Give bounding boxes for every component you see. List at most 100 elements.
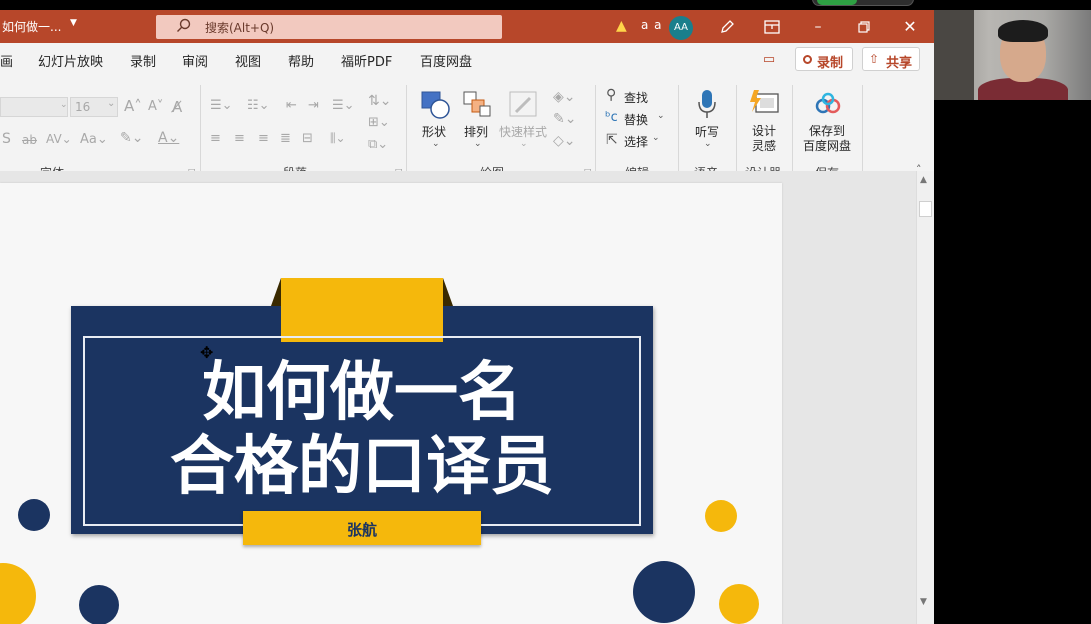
replace-label[interactable]: 替换 [624, 111, 648, 128]
tab-record[interactable]: 录制 [130, 51, 156, 70]
quick-styles-icon [509, 91, 537, 117]
share-icon: ⇧ [869, 52, 880, 66]
divider [792, 85, 793, 177]
tab-foxit-pdf[interactable]: 福昕PDF [341, 51, 392, 70]
clear-format-icon[interactable]: A̸ [172, 98, 182, 116]
chevron-down-icon[interactable]: ⌄ [652, 133, 660, 143]
strikethrough-icon[interactable]: ab [22, 133, 37, 147]
numbering-icon[interactable]: ☷⌄ [247, 98, 270, 113]
arrange-icon [463, 91, 491, 117]
shape-outline-icon[interactable]: ✎⌄ [553, 111, 576, 127]
chevron-down-icon[interactable]: ⌄ [657, 111, 665, 121]
arrange-label: 排列 [464, 125, 489, 139]
shape-fill-icon[interactable]: ◈⌄ [553, 89, 576, 105]
avatar[interactable]: AA [669, 16, 693, 40]
close-icon[interactable]: ✕ [898, 15, 922, 39]
tab-baidu-netdisk[interactable]: 百度网盘 [420, 51, 472, 70]
top-strip [0, 0, 1091, 10]
font-name-dropdown[interactable] [0, 97, 68, 117]
char-spacing-icon[interactable]: AV⌄ [46, 132, 72, 146]
shapes-icon [421, 91, 450, 119]
dictate-label: 听写 [695, 125, 720, 139]
warning-icon[interactable]: ▲ [616, 18, 627, 34]
shapes-label: 形状 [422, 125, 447, 139]
powerpoint-window: 如何做一... ▼ 搜索(Alt+Q) ▲ a a AA – ✕ 画 幻灯片放映 [0, 10, 934, 624]
align-text-icon[interactable]: ⊞⌄ [368, 115, 390, 130]
increase-font-icon[interactable]: A˄ [124, 97, 142, 115]
slide-editor: 如何做一名 合格的口译员 张航 ✥ ▲ ▼ [0, 171, 934, 624]
find-icon[interactable]: ⚲ [606, 87, 616, 103]
tab-slideshow[interactable]: 幻灯片放映 [38, 51, 103, 70]
replace-icon[interactable]: ᵇc [605, 110, 618, 125]
select-label[interactable]: 选择 [624, 133, 648, 150]
divider [406, 85, 407, 177]
highlight-icon[interactable]: ✎⌄ [120, 130, 143, 146]
share-button-label: 共享 [886, 56, 913, 71]
text-direction-icon[interactable]: ⇅⌄ [368, 93, 391, 109]
bullets-icon[interactable]: ☰⌄ [210, 98, 233, 113]
line-spacing-icon[interactable]: ☰⌄ [332, 98, 355, 113]
quick-styles-button[interactable] [508, 90, 540, 120]
save-label-2: 百度网盘 [803, 139, 852, 153]
yellow-tab [281, 278, 443, 342]
minimize-icon[interactable]: – [806, 15, 830, 39]
distributed-icon[interactable]: ⊟ [302, 131, 313, 146]
align-right-icon[interactable]: ≡ [258, 131, 269, 146]
share-button[interactable]: ⇧ 共享 [862, 47, 920, 71]
restore-icon[interactable] [852, 15, 876, 39]
presenter-name: 张航 [346, 521, 377, 539]
increase-indent-icon[interactable]: ⇥ [308, 98, 319, 113]
decrease-indent-icon[interactable]: ⇤ [286, 98, 297, 113]
align-left-icon[interactable]: ≡ [210, 131, 221, 146]
justify-icon[interactable]: ≣ [280, 131, 291, 146]
select-icon[interactable]: ⇱ [606, 132, 618, 148]
search-input[interactable]: 搜索(Alt+Q) [156, 15, 502, 39]
title-bar: 如何做一... ▼ 搜索(Alt+Q) ▲ a a AA – ✕ [0, 10, 934, 43]
font-size-toggle[interactable]: a a [641, 18, 663, 32]
decor-circle [79, 585, 119, 624]
chevron-down-icon: ⌄ [474, 139, 482, 149]
document-title[interactable]: 如何做一... [2, 18, 61, 35]
slide-canvas[interactable]: 如何做一名 合格的口译员 张航 ✥ [0, 183, 782, 624]
designer-button[interactable] [748, 88, 780, 120]
slide-title[interactable]: 如何做一名 合格的口译员 [71, 356, 653, 504]
title-card[interactable]: 如何做一名 合格的口译员 张航 [71, 278, 653, 545]
find-label[interactable]: 查找 [624, 89, 648, 106]
divider [678, 85, 679, 177]
smartart-icon[interactable]: ⧉⌄ [368, 137, 388, 152]
comment-icon[interactable]: ▭ [757, 49, 781, 71]
font-size-dropdown[interactable]: 16 ⌄ [70, 97, 118, 117]
vertical-scrollbar[interactable]: ▲ ▼ [916, 171, 934, 624]
tab-help[interactable]: 帮助 [288, 51, 314, 70]
chevron-down-icon[interactable]: ⌄ [60, 100, 68, 110]
presenter-bar[interactable]: 张航 [243, 511, 481, 545]
ribbon: 画 幻灯片放映 录制 审阅 视图 帮助 福昕PDF 百度网盘 ▭ 录制 ⇧ 共享… [0, 43, 934, 181]
columns-icon[interactable]: ⫼⌄ [330, 131, 346, 146]
decrease-font-icon[interactable]: A˅ [148, 99, 163, 114]
shapes-button[interactable] [420, 90, 452, 120]
chevron-down-icon[interactable]: ▼ [70, 18, 77, 28]
designer-label-2: 灵感 [752, 139, 777, 153]
font-color-icon[interactable]: A⌄ [158, 130, 179, 146]
quick-styles-label: 快速样式 [499, 125, 548, 139]
shape-effects-icon[interactable]: ◇⌄ [553, 133, 576, 149]
scroll-thumb[interactable] [919, 201, 932, 217]
pen-icon[interactable] [715, 15, 739, 39]
ribbon-display-icon[interactable] [760, 15, 784, 39]
scroll-up-icon[interactable]: ▲ [920, 175, 927, 185]
microphone-icon [698, 90, 716, 118]
tab-draw[interactable]: 画 [0, 51, 13, 70]
arrange-button[interactable] [462, 90, 494, 120]
save-to-baidu-button[interactable] [813, 92, 843, 116]
change-case-icon[interactable]: Aa⌄ [80, 132, 108, 147]
tab-view[interactable]: 视图 [235, 51, 261, 70]
tab-review[interactable]: 审阅 [182, 51, 208, 70]
dictate-button[interactable] [696, 88, 718, 120]
record-button[interactable]: 录制 [795, 47, 853, 71]
screen-share-indicator[interactable] [812, 0, 914, 6]
slide-title-line-2: 合格的口译员 [170, 430, 554, 504]
slide-title-line-1: 如何做一名 [202, 356, 522, 430]
scroll-down-icon[interactable]: ▼ [920, 597, 927, 607]
shadow-icon[interactable]: S [2, 131, 11, 147]
align-center-icon[interactable]: ≡ [234, 131, 245, 146]
